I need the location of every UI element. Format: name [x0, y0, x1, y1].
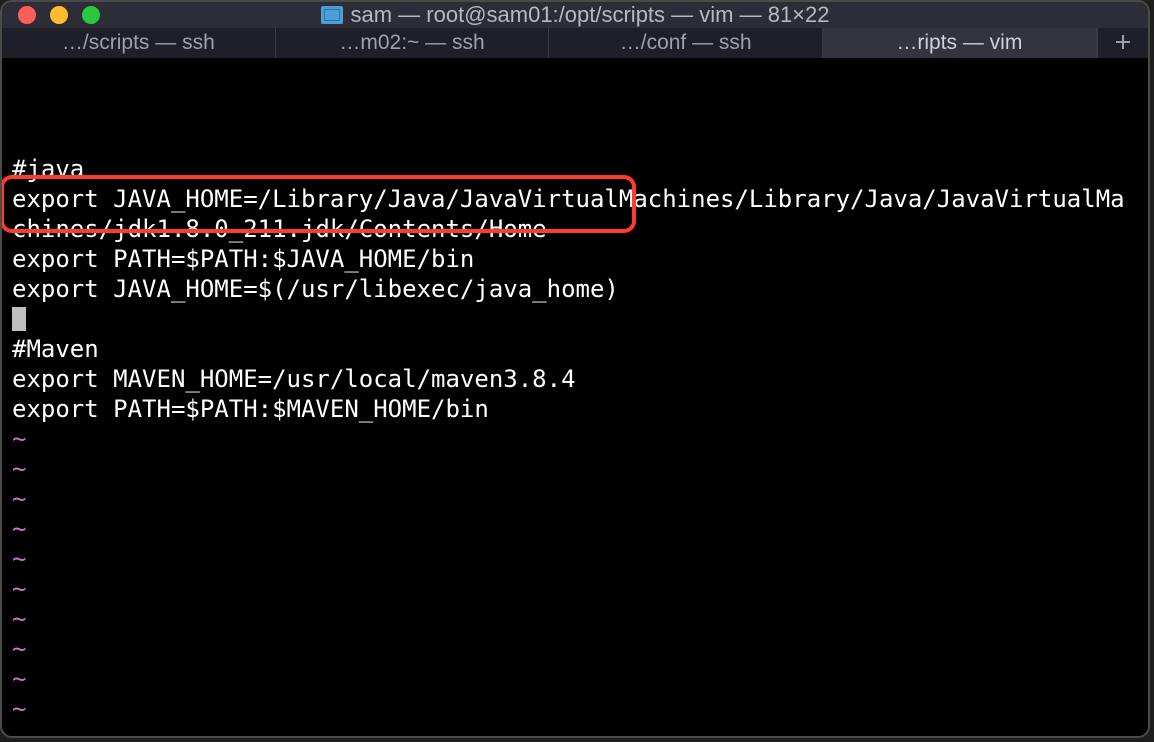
- tab-bar: …/scripts — ssh …m02:~ — ssh …/conf — ss…: [2, 28, 1148, 58]
- tab-m02-ssh[interactable]: …m02:~ — ssh: [276, 28, 550, 58]
- folder-icon: [321, 6, 343, 24]
- empty-line-tilde: ~: [12, 664, 1138, 694]
- empty-line-tilde: ~: [12, 454, 1138, 484]
- titlebar: sam — root@sam01:/opt/scripts — vim — 81…: [2, 2, 1148, 28]
- empty-line-tilde: ~: [12, 634, 1138, 664]
- maximize-button[interactable]: [82, 6, 100, 24]
- editor-line: export PATH=$PATH:$MAVEN_HOME/bin: [12, 394, 1138, 424]
- plus-icon: [1114, 28, 1132, 58]
- minimize-button[interactable]: [50, 6, 68, 24]
- cursor: [12, 307, 26, 331]
- window-title-container: sam — root@sam01:/opt/scripts — vim — 81…: [321, 2, 830, 28]
- terminal-content[interactable]: #javaexport JAVA_HOME=/Library/Java/Java…: [2, 58, 1148, 738]
- empty-line-tilde: ~: [12, 694, 1138, 724]
- tab-scripts-ssh[interactable]: …/scripts — ssh: [2, 28, 276, 58]
- window-title: sam — root@sam01:/opt/scripts — vim — 81…: [351, 2, 830, 28]
- empty-line-tilde: ~: [12, 424, 1138, 454]
- empty-line-tilde: ~: [12, 724, 1138, 738]
- traffic-lights: [18, 6, 100, 24]
- editor-line: [12, 304, 1138, 334]
- tab-conf-ssh[interactable]: …/conf — ssh: [549, 28, 823, 58]
- editor-line: export JAVA_HOME=/Library/Java/JavaVirtu…: [12, 184, 1138, 244]
- empty-line-tilde: ~: [12, 604, 1138, 634]
- editor-line: #Maven: [12, 334, 1138, 364]
- empty-line-tilde: ~: [12, 514, 1138, 544]
- empty-line-tilde: ~: [12, 484, 1138, 514]
- editor-line: #java: [12, 154, 1138, 184]
- tab-ripts-vim[interactable]: …ripts — vim: [823, 28, 1097, 58]
- empty-line-tilde: ~: [12, 544, 1138, 574]
- add-tab-button[interactable]: [1097, 28, 1148, 58]
- terminal-window: sam — root@sam01:/opt/scripts — vim — 81…: [0, 0, 1150, 738]
- editor-line: export JAVA_HOME=$(/usr/libexec/java_hom…: [12, 274, 1138, 304]
- editor-line: export MAVEN_HOME=/usr/local/maven3.8.4: [12, 364, 1138, 394]
- editor-line: export PATH=$PATH:$JAVA_HOME/bin: [12, 244, 1138, 274]
- close-button[interactable]: [18, 6, 36, 24]
- empty-line-tilde: ~: [12, 574, 1138, 604]
